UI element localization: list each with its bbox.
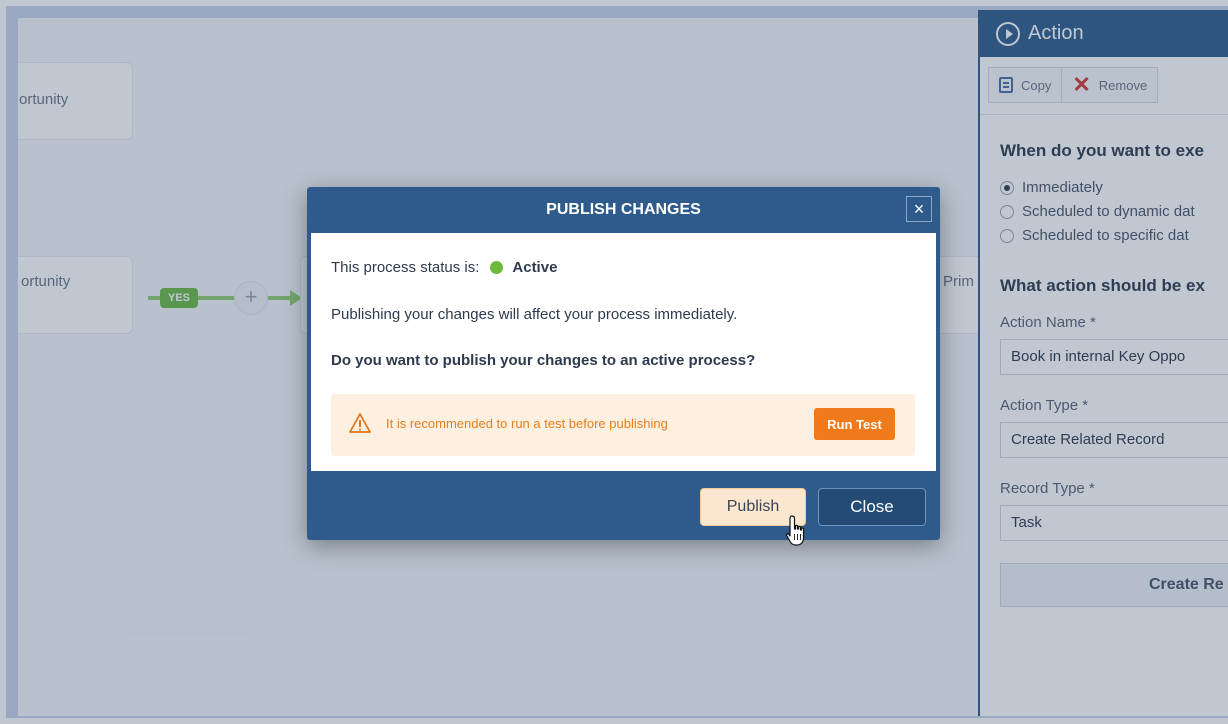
status-value: Active — [512, 259, 558, 276]
test-warning-banner: It is recommended to run a test before p… — [331, 394, 915, 456]
process-status-row: This process status is: Active — [331, 259, 557, 276]
dialog-title: PUBLISH CHANGES — [546, 201, 701, 218]
close-icon[interactable]: × — [906, 196, 932, 222]
status-prefix: This process status is: — [331, 259, 480, 276]
confirm-question: Do you want to publish your changes to a… — [331, 352, 756, 369]
publish-changes-dialog: PUBLISH CHANGES × This process status is… — [307, 187, 940, 540]
hand-pointer-cursor-icon — [786, 515, 805, 546]
warning-triangle-icon — [349, 413, 371, 433]
status-dot-icon — [490, 261, 504, 274]
close-button[interactable]: Close — [818, 488, 926, 526]
dialog-body: This process status is: Active Publishin… — [311, 233, 936, 471]
info-message: Publishing your changes will affect your… — [331, 306, 738, 323]
warning-text: It is recommended to run a test before p… — [386, 416, 668, 431]
run-test-button[interactable]: Run Test — [814, 408, 895, 440]
